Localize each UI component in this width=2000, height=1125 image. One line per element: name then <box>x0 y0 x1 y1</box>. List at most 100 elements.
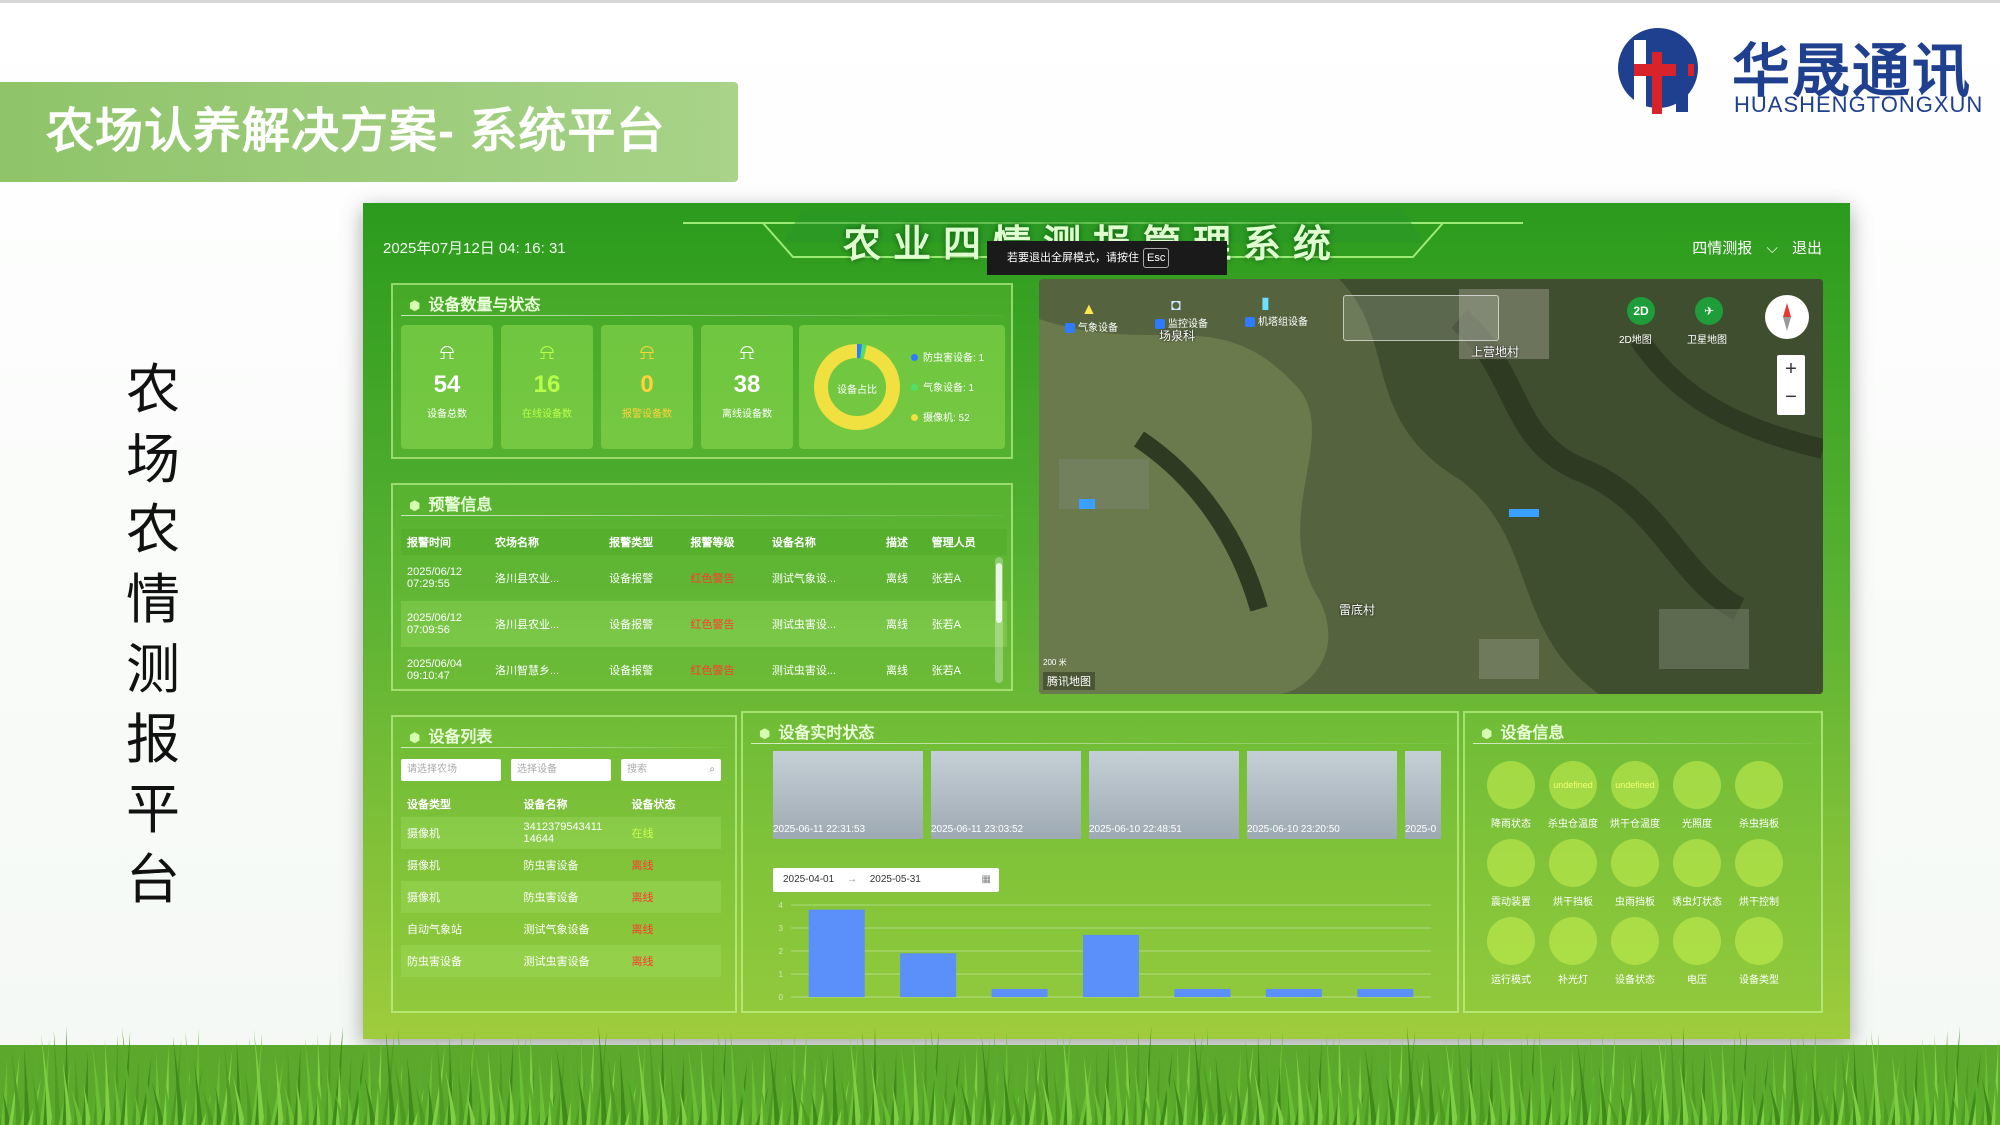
vertical-char: 报 <box>126 708 180 771</box>
info-label: 电压 <box>1687 975 1707 986</box>
y-tick-label: 3 <box>779 924 784 933</box>
logo-mark-icon <box>1618 28 1698 114</box>
vertical-char: 情 <box>126 568 180 631</box>
date-end: 2025-05-31 <box>869 874 921 885</box>
info-label: 运行模式 <box>1491 975 1531 986</box>
table-row[interactable]: 摄像机 防虫害设备 离线 <box>401 881 721 913</box>
search-input[interactable]: 搜索 ⌕ <box>621 759 721 781</box>
farm-select[interactable]: 请选择农场 <box>401 759 501 781</box>
column-header: 报警等级 <box>684 529 766 555</box>
map-2d-label: 2D地图 <box>1619 335 1652 346</box>
layer-weather-toggle[interactable]: ▲ 气象设备 <box>1065 301 1118 334</box>
donut-label: 设备占比 <box>837 385 877 396</box>
checkbox-icon <box>1245 317 1255 328</box>
info-label: 烘干控制 <box>1739 897 1779 908</box>
stat-value: 16 <box>533 371 561 398</box>
map-satellite-label: 卫星地图 <box>1687 335 1727 346</box>
alarm-scrollbar[interactable] <box>995 557 1003 683</box>
calendar-icon[interactable]: ▦ <box>982 868 991 892</box>
snapshot-time: 2025-06-10 23:20:50 <box>1247 824 1340 835</box>
info-value-circle: undefined <box>1549 761 1597 809</box>
stat-value: 38 <box>733 371 761 398</box>
table-row[interactable]: 摄像机 3412379543411 14644 在线 <box>401 817 721 849</box>
info-label: 诱虫灯状态 <box>1672 897 1722 908</box>
map-search-box[interactable] <box>1343 295 1499 341</box>
column-header: 管理人员 <box>925 529 1007 555</box>
dashboard-datetime: 2025年07月12日 04: 16: 31 <box>383 240 566 257</box>
map-place-label: 上营地村 <box>1471 345 1520 359</box>
checkbox-icon <box>1065 323 1075 334</box>
fullscreen-tip: 若要退出全屏模式，请按住 Esc <box>987 241 1227 275</box>
info-value-circle <box>1487 917 1535 965</box>
info-value-circle <box>1549 917 1597 965</box>
column-header: 设备状态 <box>631 799 676 811</box>
table-row[interactable]: 摄像机 防虫害设备 离线 <box>401 849 721 881</box>
zoom-control[interactable]: + − <box>1777 355 1805 415</box>
info-label: 震动装置 <box>1491 897 1531 908</box>
column-header: 设备类型 <box>407 799 451 811</box>
snapshot-time: 2025-06-11 22:31:53 <box>773 824 866 835</box>
table-row[interactable]: 2025/06/04 09:10:47 洛川智慧乡... 设备报警 红色警告 测试虫害设… <box>401 647 1007 693</box>
slide-title: 农场认养解决方案- 系统平台 <box>0 82 738 182</box>
layer-tower-toggle[interactable]: ▮ 机塔组设备 <box>1245 293 1308 328</box>
device-count-panel: 设备数量与状态 ⍾ 54 设备总数 ⍾ 16 在线设备数 ⍾ 0 报警设备数 ⍾… <box>391 283 1013 459</box>
top-nav: 四情测报 ⌵ 退出 <box>1682 237 1822 258</box>
info-label: 虫雨挡板 <box>1615 897 1655 908</box>
date-range-picker[interactable]: 2025-04-01 → 2025-05-31 ▦ <box>773 868 999 892</box>
nav-menu-quad[interactable]: 四情测报 <box>1692 240 1752 257</box>
compass-icon[interactable] <box>1765 295 1809 339</box>
column-header: 设备名称 <box>523 799 568 811</box>
vertical-title: 农 场 农 情 测 报 平 台 <box>118 355 188 915</box>
table-row[interactable]: 2025/06/12 07:09:56 洛川县农业... 设备报警 红色警告 测试虫害设… <box>401 601 1007 647</box>
chevron-down-icon[interactable]: ⌵ <box>1766 240 1777 257</box>
vertical-char: 农 <box>126 498 180 561</box>
legend-item: 摄像机: 52 <box>911 409 970 424</box>
map-2d-button[interactable]: 2D <box>1627 297 1655 325</box>
search-icon[interactable]: ⌕ <box>709 759 715 781</box>
esc-key: Esc <box>1143 248 1170 268</box>
alarm-table: 报警时间 农场名称 报警类型 报警等级 设备名称 描述 管理人员 2025/06… <box>401 529 1007 693</box>
device-select[interactable]: 选择设备 <box>511 759 611 781</box>
column-header: 报警类型 <box>603 529 685 555</box>
layer-camera-toggle[interactable]: ◘ 监控设备 <box>1155 297 1208 330</box>
info-label: 降雨状态 <box>1491 819 1531 830</box>
logout-link[interactable]: 退出 <box>1792 240 1822 257</box>
arrow-right-icon: → <box>846 874 857 885</box>
company-logo: 华晟通讯 HUASHENGTONGXUN <box>1612 18 1982 128</box>
chart-bar[interactable] <box>808 909 865 997</box>
vertical-char: 平 <box>126 778 180 841</box>
satellite-map[interactable]: ▲ 气象设备 ◘ 监控设备 ▮ 机塔组设备 2D 2D地图 ✈ 卫星地图 + − 场泉… <box>1039 279 1823 694</box>
map-scale: 200 米 <box>1043 658 1067 667</box>
snapshot-time: 2025-06-11 23:03:52 <box>931 824 1024 835</box>
info-label: 烘干挡板 <box>1553 897 1593 908</box>
stat-value: 54 <box>433 371 461 398</box>
table-row[interactable]: 防虫害设备 测试虫害设备 离线 <box>401 945 721 977</box>
map-place-label: 雷底村 <box>1339 603 1376 617</box>
info-label: 杀虫挡板 <box>1739 819 1779 830</box>
panel-title: 设备实时状态 <box>759 719 874 743</box>
info-value-circle <box>1487 839 1535 887</box>
table-row[interactable]: 2025/06/12 07:29:55 洛川县农业... 设备报警 红色警告 测试气象设… <box>401 555 1007 601</box>
vertical-char: 台 <box>126 848 180 911</box>
snapshot-time: 2025-0 <box>1405 824 1437 835</box>
zoom-in-button[interactable]: + <box>1777 355 1805 383</box>
panel-title: 设备列表 <box>409 723 492 747</box>
zoom-out-button[interactable]: − <box>1777 383 1805 411</box>
info-value-circle: undefined <box>1611 761 1659 809</box>
satellite-icon[interactable]: ✈ <box>1695 297 1723 325</box>
stat-label: 设备总数 <box>427 409 467 420</box>
dashboard-screenshot: 2025年07月12日 04: 16: 31 农业四情测报管理系统 四情测报 ⌵… <box>363 203 1850 1039</box>
panel-title: 设备信息 <box>1481 719 1564 743</box>
y-tick-label: 2 <box>779 947 784 956</box>
info-value-circle <box>1735 839 1783 887</box>
info-label: 杀虫仓温度 <box>1548 819 1598 830</box>
vertical-char: 场 <box>126 428 180 491</box>
tower-icon: ▮ <box>1261 295 1270 312</box>
vertical-char: 测 <box>126 638 180 701</box>
info-value-circle <box>1673 761 1721 809</box>
info-value-circle <box>1673 917 1721 965</box>
stat-label: 在线设备数 <box>522 409 572 420</box>
map-place-label: 场泉科 <box>1159 329 1196 343</box>
legend-item: 气象设备: 1 <box>911 379 974 394</box>
table-row[interactable]: 自动气象站 测试气象设备 离线 <box>401 913 721 945</box>
